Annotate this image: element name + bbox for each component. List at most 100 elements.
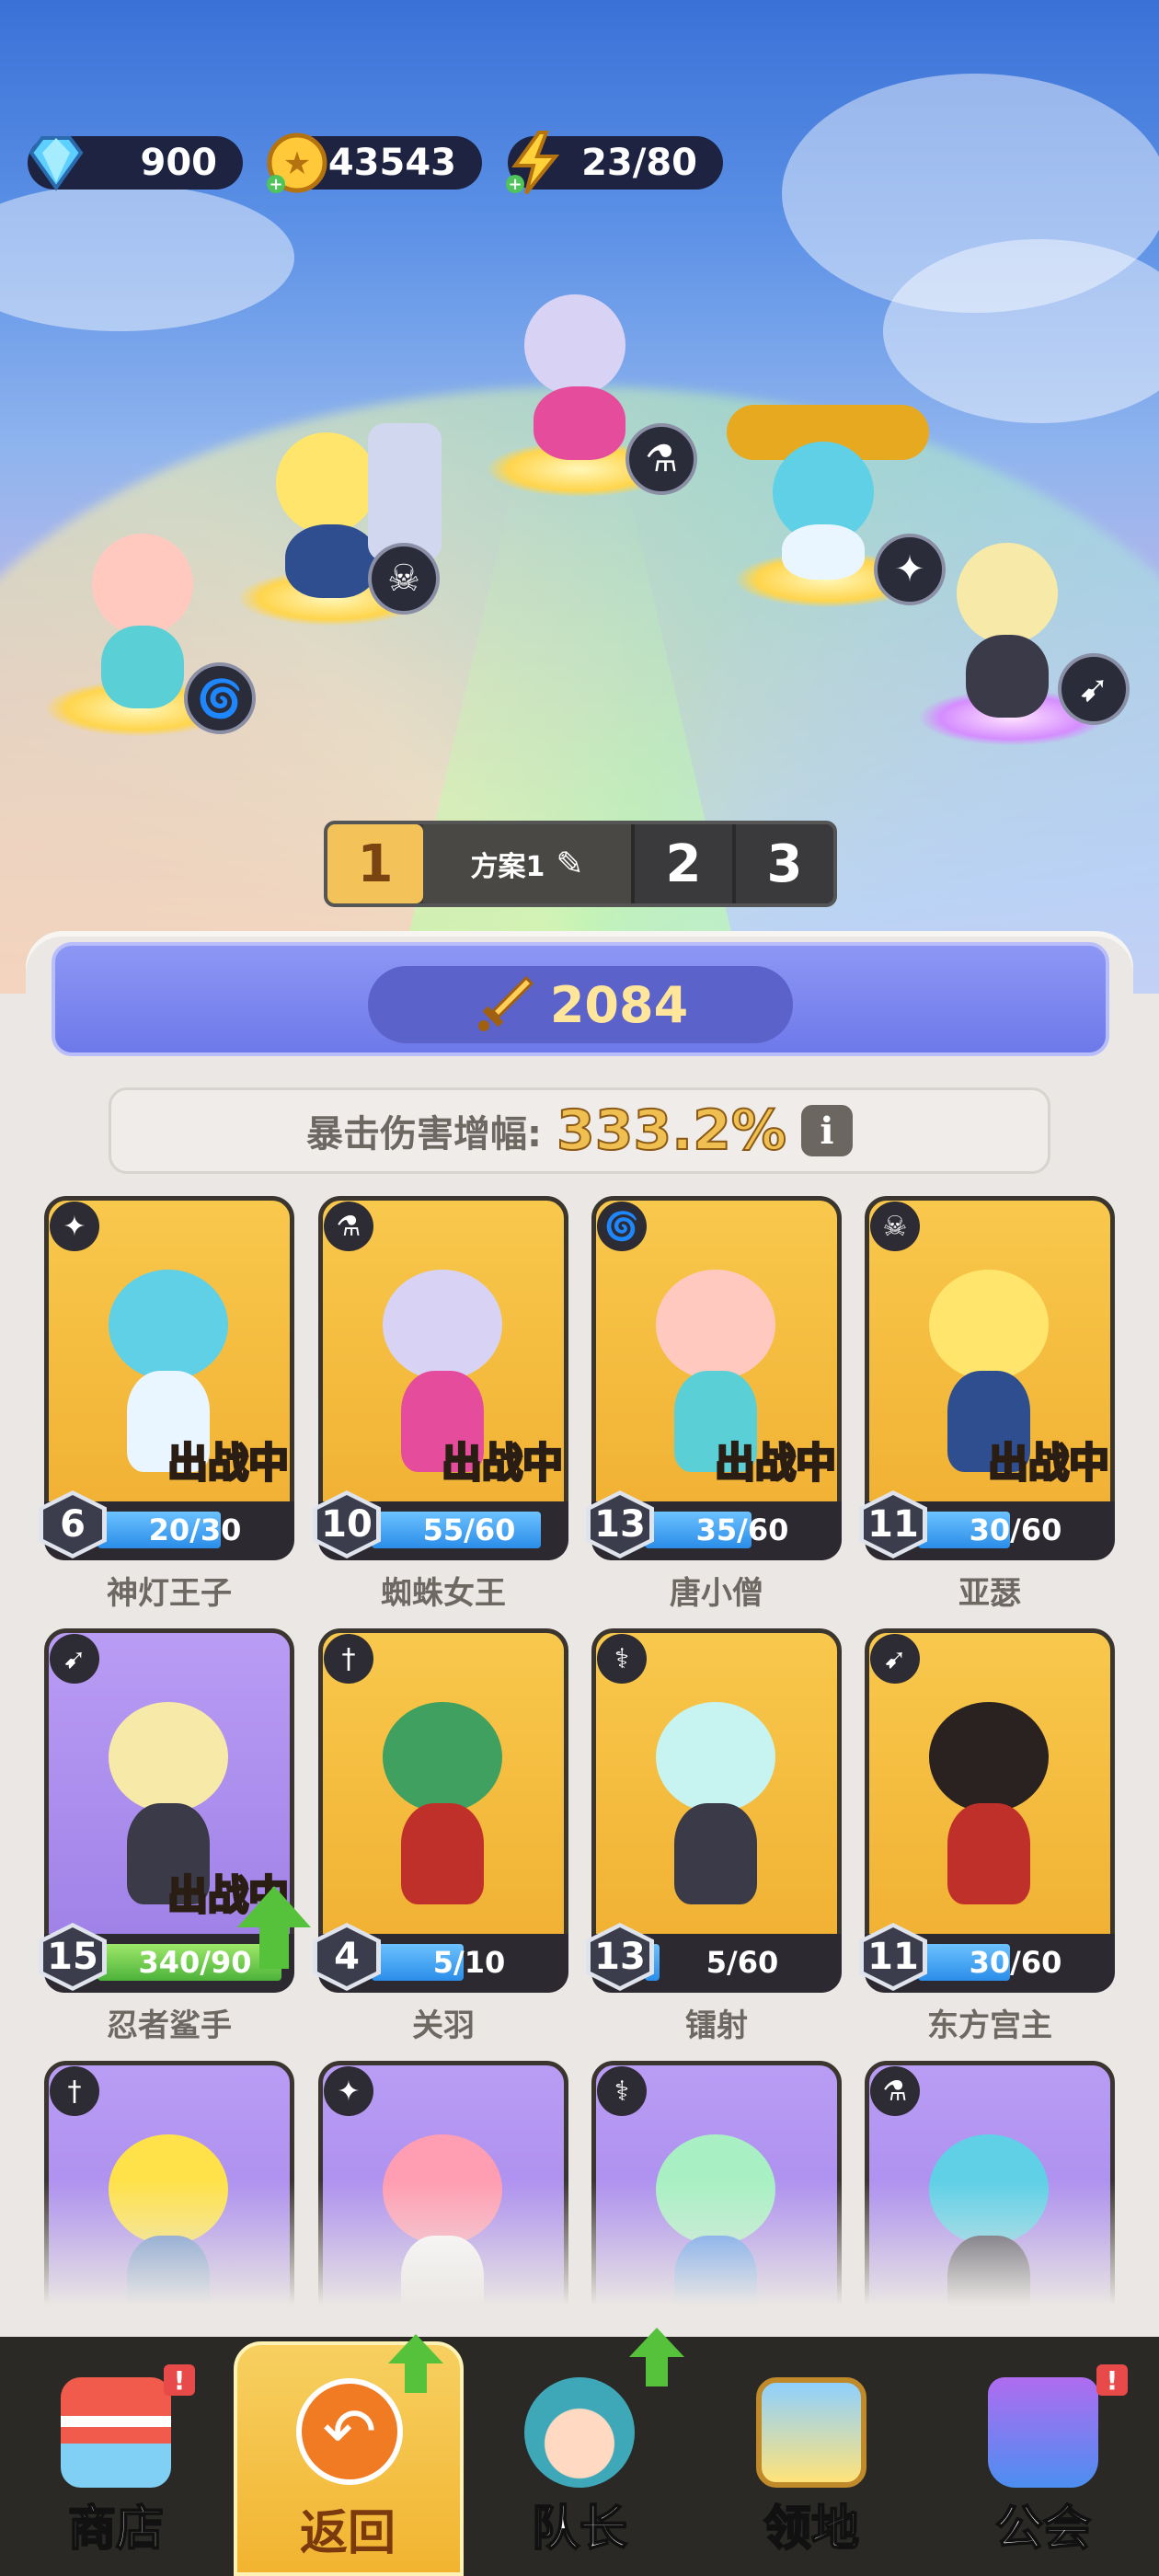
hero-level: 11 <box>864 1927 923 1986</box>
energy-counter[interactable]: + 23/80 <box>506 131 723 195</box>
field-hero-spider-queen[interactable]: ⚗ <box>488 276 727 515</box>
hero-card[interactable]: ➹ 30/60 11 东方宫主 <box>859 1628 1115 2044</box>
crit-label: 暴击伤害增幅: <box>306 1113 543 1156</box>
nav-back-label: 返回 <box>299 2506 396 2561</box>
lineup-tab-1[interactable]: 1 <box>327 824 423 903</box>
svg-text:★: ★ <box>283 145 311 182</box>
horns-icon: ☠ <box>870 1202 920 1251</box>
hero-name: 关羽 <box>412 2007 475 2044</box>
guild-icon <box>988 2377 1098 2488</box>
bow-icon: ➹ <box>50 1634 99 1684</box>
nav-guild-label: 公会 <box>994 2501 1092 2558</box>
nav-guild[interactable]: ! 公会 <box>927 2337 1159 2576</box>
hero-level: 15 <box>43 1927 102 1986</box>
energy-value: 23/80 <box>581 142 697 184</box>
power-display: 2084 <box>368 966 793 1043</box>
hero-name: 镭射 <box>685 2007 748 2044</box>
back-arrow-icon: ↶ <box>296 2378 403 2485</box>
hero-card[interactable]: ⚕ 5/60 13 镭射 <box>586 1628 842 2044</box>
hero-card[interactable]: † 5/10 4 关羽 <box>313 1628 568 2044</box>
hero-portrait <box>628 1684 803 1914</box>
lineup-name-label: 方案1 <box>470 851 545 883</box>
hero-name: 唐小僧 <box>670 1575 763 1612</box>
hero-name: 忍者鲨手 <box>107 2007 232 2044</box>
gold-coin-icon: ★+ <box>267 132 327 194</box>
diamond-value: 900 <box>140 142 218 184</box>
territory-icon <box>756 2377 866 2488</box>
hero-level: 13 <box>591 1927 649 1986</box>
potion-icon: ⚗ <box>870 2066 920 2116</box>
alert-badge: ! <box>1096 2364 1128 2396</box>
power-value: 2084 <box>549 975 689 1034</box>
wings-icon: ✦ <box>324 2066 373 2116</box>
lineup-tabs: 1 方案1 ✎ 2 3 <box>324 821 837 907</box>
shard-progress: 20/30 <box>148 1512 242 1547</box>
info-icon[interactable]: i <box>800 1105 853 1156</box>
field-hero-tang[interactable]: 🌀 <box>37 515 256 745</box>
lineup-tab-2[interactable]: 2 <box>631 824 732 903</box>
potion-icon: ⚗ <box>324 1202 373 1251</box>
nav-back[interactable]: ↶ 返回 <box>232 2334 464 2576</box>
hero-level: 13 <box>591 1495 649 1554</box>
crit-bonus-row: 暴击伤害增幅: 333.2% i <box>109 1087 1050 1174</box>
deployed-label: 出战中 <box>166 1439 291 1489</box>
vortex-icon: 🌀 <box>597 1202 647 1251</box>
sword-icon: † <box>324 1634 373 1684</box>
shard-progress: 55/60 <box>422 1512 516 1547</box>
shop-icon <box>61 2377 171 2488</box>
shard-progress: 5/10 <box>432 1945 506 1980</box>
deployed-label: 出战中 <box>441 1439 565 1489</box>
sword-icon: † <box>50 2066 99 2116</box>
field-hero-arthur[interactable]: ☠ <box>230 405 460 635</box>
hero-card[interactable]: ✦ 出战中 20/30 6 神灯王子 <box>39 1196 294 1612</box>
diamond-icon <box>29 136 84 191</box>
crit-value: 333.2% <box>556 1098 787 1164</box>
nav-territory[interactable]: 领地 <box>695 2337 927 2576</box>
hero-card[interactable]: ☠ 出战中 30/60 11 亚瑟 <box>859 1196 1115 1612</box>
hero-level: 11 <box>864 1495 923 1554</box>
nav-shop[interactable]: ! 商店 <box>0 2337 232 2576</box>
upgrade-arrow-icon <box>629 2328 684 2386</box>
list-fade <box>0 2180 1159 2337</box>
deployed-label: 出战中 <box>987 1439 1111 1489</box>
hero-level: 6 <box>43 1495 102 1554</box>
staff-icon: ⚕ <box>597 2066 647 2116</box>
nav-territory-label: 领地 <box>763 2501 860 2558</box>
gold-value: 43543 <box>327 142 456 184</box>
hero-name: 亚瑟 <box>958 1575 1021 1612</box>
alert-badge: ! <box>164 2364 195 2396</box>
hero-name: 东方宫主 <box>927 2007 1052 2044</box>
hero-portrait <box>901 1684 1076 1914</box>
hero-name: 蜘蛛女王 <box>381 1575 506 1612</box>
vortex-icon: 🌀 <box>184 662 256 734</box>
svg-text:+: + <box>269 175 282 194</box>
hero-portrait <box>355 1684 530 1914</box>
potion-icon: ⚗ <box>625 423 697 495</box>
captain-avatar-icon <box>524 2377 635 2488</box>
nav-captain-label: 队长 <box>531 2501 628 2558</box>
lineup-tab-3[interactable]: 3 <box>732 824 833 903</box>
horns-icon: ☠ <box>368 543 440 615</box>
hero-name: 神灯王子 <box>107 1575 232 1612</box>
hero-level: 4 <box>317 1927 376 1986</box>
lineup-name-tab[interactable]: 方案1 ✎ <box>423 824 631 903</box>
nav-shop-label: 商店 <box>67 2501 165 2558</box>
hero-card[interactable]: ➹ 出战中 340/90 15 忍者鲨手 <box>39 1628 311 2044</box>
wings-icon: ✦ <box>50 1202 99 1251</box>
svg-text:+: + <box>508 175 522 194</box>
bow-icon: ➹ <box>870 1634 920 1684</box>
gold-counter[interactable]: ★ + 43543 <box>267 132 482 194</box>
hero-level: 10 <box>317 1495 376 1554</box>
field-hero-ninja[interactable]: ➹ <box>911 524 1150 754</box>
hero-card[interactable]: ⚗ 出战中 55/60 10 蜘蛛女王 <box>313 1196 568 1612</box>
shard-progress: 30/60 <box>969 1512 1062 1547</box>
nav-captain[interactable]: 队长 <box>464 2328 695 2576</box>
staff-icon: ⚕ <box>597 1634 647 1684</box>
hero-card[interactable]: 🌀 出战中 35/60 13 唐小僧 <box>586 1196 842 1612</box>
shard-progress: 30/60 <box>969 1945 1062 1980</box>
lightning-icon: + <box>506 131 560 195</box>
shard-progress: 5/60 <box>706 1945 779 1980</box>
deployed-label: 出战中 <box>714 1439 838 1489</box>
bow-icon: ➹ <box>1058 653 1130 725</box>
diamond-counter[interactable]: 900 <box>28 136 243 191</box>
